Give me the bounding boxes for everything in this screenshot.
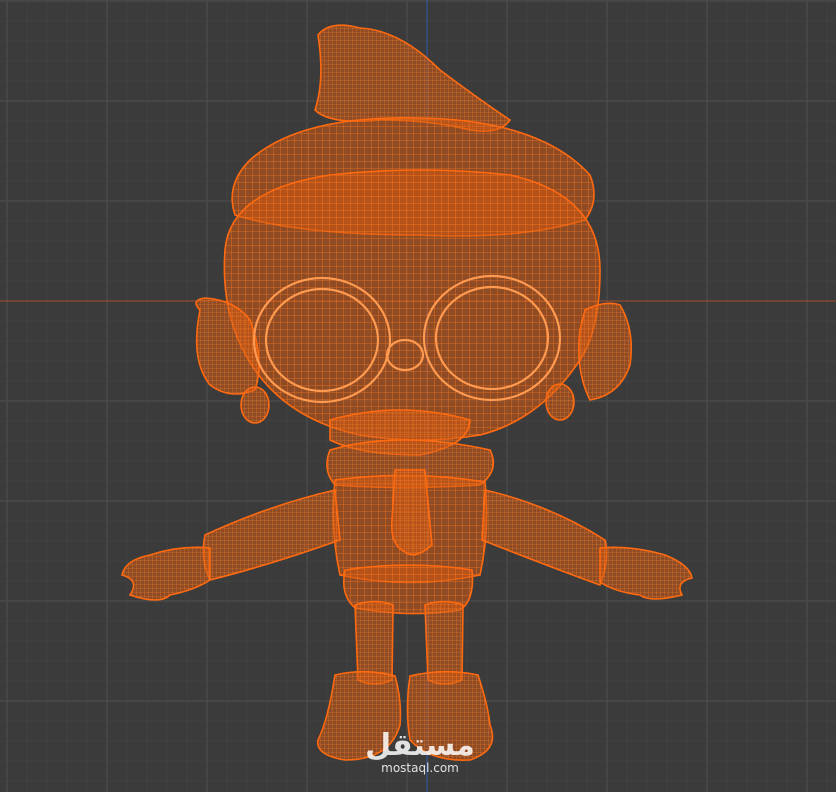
right-hand-mesh: [599, 546, 693, 600]
tie-mesh: [390, 469, 433, 556]
watermark-arabic: مستقل: [365, 728, 475, 763]
right-ear-mesh: [577, 302, 633, 401]
left-hand-mesh: [121, 546, 211, 601]
left-arm-mesh: [202, 489, 341, 581]
watermark-latin: mostaql.com: [381, 761, 459, 775]
mostaql-watermark: مستقل mostaql.com: [365, 728, 475, 775]
right-earring-mesh: [545, 383, 575, 421]
right-arm-mesh: [481, 489, 608, 587]
left-earring-mesh: [240, 386, 270, 424]
viewport-canvas[interactable]: مستقل mostaql.com: [0, 0, 836, 792]
3d-viewport[interactable]: مستقل mostaql.com: [0, 0, 836, 792]
